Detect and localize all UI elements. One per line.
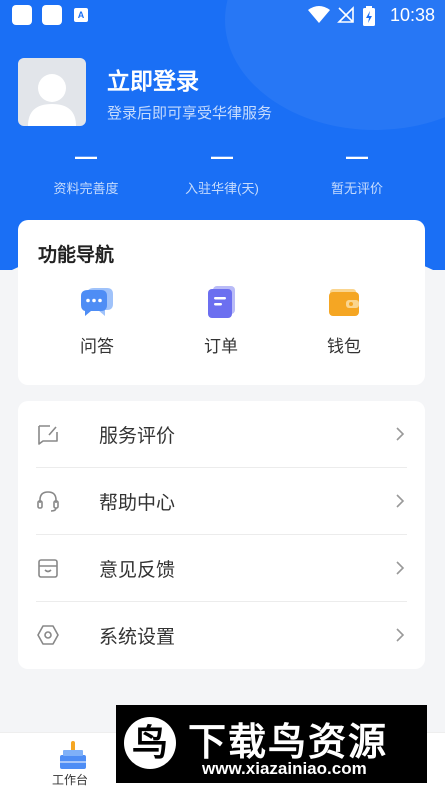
menu-item-feedback[interactable]: 意见反馈 (36, 535, 407, 602)
wifi-icon (308, 6, 330, 23)
no-signal-icon (337, 6, 354, 23)
stat-reviews: — 暂无评价 (287, 144, 427, 197)
avatar[interactable] (18, 58, 86, 126)
watermark-logo: 鸟 (124, 717, 176, 769)
watermark-title: 下载鸟资源 (188, 722, 389, 764)
chevron-right-icon (396, 561, 405, 575)
nav-item-label: 钱包 (327, 337, 361, 356)
nav-item-label: 订单 (204, 337, 238, 356)
stat-label: 入驻华律(天) (185, 181, 259, 196)
menu-item-label: 帮助中心 (99, 493, 176, 514)
stat-label: 暂无评价 (330, 181, 383, 196)
tab-label: 工作台 (52, 773, 89, 787)
hexagon-settings-icon (37, 625, 59, 645)
settings-menu-card: 服务评价 帮助中心 意见反馈 系统设置 (18, 401, 425, 669)
stat-value: — (346, 144, 368, 169)
login-link[interactable]: 立即登录 (107, 62, 199, 96)
watermark-banner: 鸟 下载鸟资源 www.xiazainiao.com (116, 705, 427, 783)
review-icon (38, 425, 58, 445)
menu-item-system-settings[interactable]: 系统设置 (36, 602, 407, 669)
chat-bubble-icon (81, 288, 113, 316)
watermark-url: www.xiazainiao.com (202, 759, 367, 778)
notification-icon: A (74, 8, 88, 22)
nav-item-orders[interactable]: 订单 (181, 284, 261, 357)
stat-value: — (211, 144, 233, 169)
notification-icon (42, 5, 62, 25)
login-subtitle: 登录后即可享受华律服务 (107, 105, 273, 122)
stat-label: 资料完善度 (53, 181, 119, 196)
status-bar: A 10:38 (0, 0, 445, 32)
order-document-icon (208, 286, 235, 318)
chevron-right-icon (396, 628, 405, 642)
nav-title: 功能导航 (38, 245, 115, 266)
stat-profile-completeness: — 资料完善度 (16, 144, 156, 197)
nav-item-wallet[interactable]: 钱包 (304, 284, 384, 357)
chevron-right-icon (396, 494, 405, 508)
headset-icon (37, 491, 59, 512)
nav-item-qa[interactable]: 问答 (57, 284, 137, 357)
feedback-box-icon (38, 559, 58, 578)
menu-item-service-review[interactable]: 服务评价 (36, 401, 407, 468)
menu-item-label: 意见反馈 (99, 560, 176, 581)
menu-item-help-center[interactable]: 帮助中心 (36, 468, 407, 535)
clock: 10:38 (389, 5, 435, 25)
stat-value: — (75, 144, 97, 169)
stat-days-joined: — 入驻华律(天) (152, 144, 292, 197)
menu-item-label: 系统设置 (99, 627, 176, 648)
default-avatar-icon (28, 74, 76, 126)
function-nav-card: 功能导航 问答 订单 钱包 (18, 220, 425, 385)
wallet-icon (329, 289, 359, 316)
workbench-icon (60, 741, 86, 769)
battery-charging-icon (363, 6, 375, 26)
menu-item-label: 服务评价 (99, 426, 176, 447)
notification-icon (12, 5, 32, 25)
nav-item-label: 问答 (80, 337, 114, 356)
chevron-right-icon (396, 427, 405, 441)
